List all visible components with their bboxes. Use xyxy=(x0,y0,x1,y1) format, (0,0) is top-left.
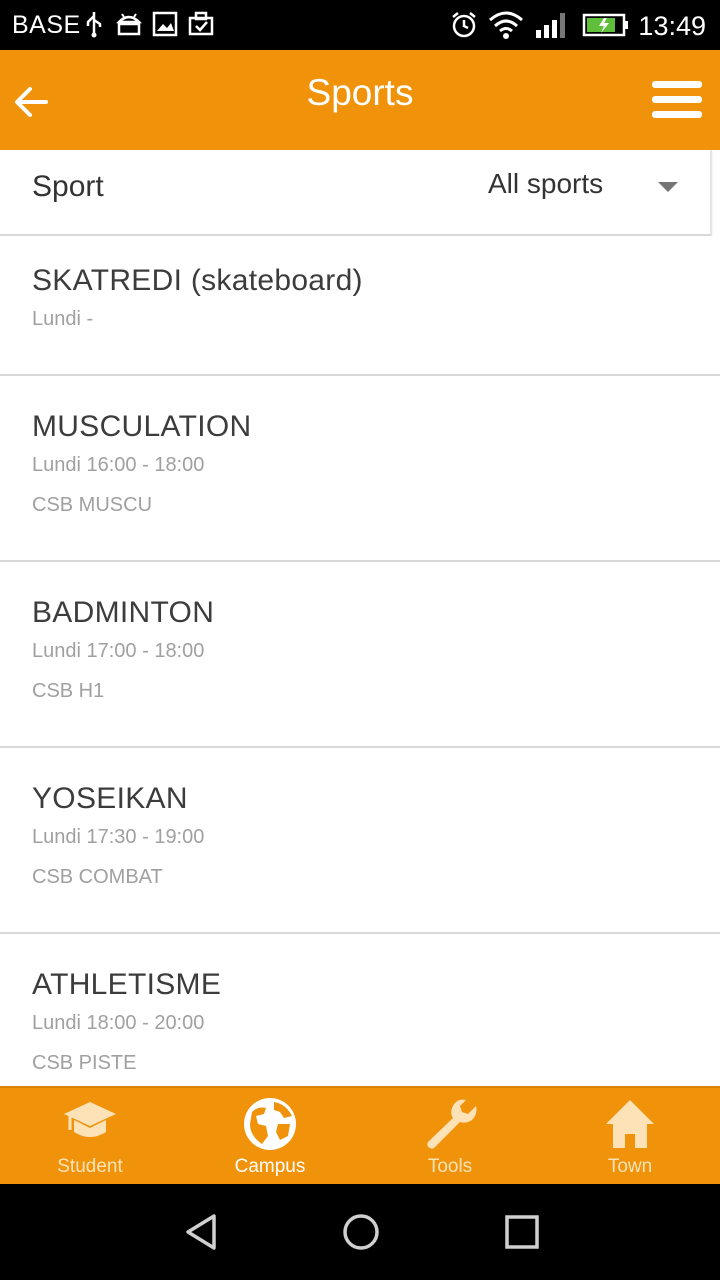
battery-icon xyxy=(582,13,628,37)
sport-schedule: Lundi 18:00 - 20:00 xyxy=(32,1012,205,1034)
sport-location: CSB PISTE xyxy=(32,1052,137,1074)
clock: 13:49 xyxy=(638,11,706,41)
sport-filter-label: Sport xyxy=(32,170,104,203)
sport-schedule: Lundi 17:00 - 18:00 xyxy=(32,640,205,662)
bottom-navigation: Student Campus Tools Town xyxy=(0,1086,720,1186)
tab-campus-label: Campus xyxy=(234,1156,306,1177)
hamburger-menu-icon[interactable] xyxy=(652,80,702,120)
usb-icon xyxy=(86,12,102,38)
image-icon xyxy=(152,11,178,37)
sport-location: CSB H1 xyxy=(32,680,105,702)
sport-schedule: Lundi - xyxy=(32,308,94,330)
alarm-icon xyxy=(452,12,476,38)
home-icon xyxy=(606,1100,654,1148)
signal-icon xyxy=(536,13,565,38)
briefcase-icon xyxy=(188,11,214,36)
sport-name: ATHLETISME xyxy=(32,968,222,1001)
tab-campus[interactable]: Campus xyxy=(180,1088,360,1186)
tab-tools-label: Tools xyxy=(427,1156,473,1177)
sport-schedule: Lundi 16:00 - 18:00 xyxy=(32,454,205,476)
sport-filter[interactable]: Sport All sports xyxy=(0,150,712,236)
recents-square-icon[interactable] xyxy=(502,1212,542,1252)
carrier-label: BASE xyxy=(12,11,81,39)
back-triangle-icon[interactable] xyxy=(182,1212,222,1252)
list-item[interactable]: BADMINTON Lundi 17:00 - 18:00 CSB H1 xyxy=(0,562,720,748)
graduation-cap-icon xyxy=(64,1102,116,1137)
page-title: Sports xyxy=(306,72,414,113)
tab-student[interactable]: Student xyxy=(0,1088,180,1186)
globe-icon xyxy=(244,1098,296,1150)
android-icon xyxy=(116,13,142,36)
system-navigation-bar xyxy=(0,1184,720,1280)
sport-name: SKATREDI (skateboard) xyxy=(32,264,363,297)
sport-name: MUSCULATION xyxy=(32,410,252,443)
tab-student-label: Student xyxy=(57,1156,123,1177)
tab-town-label: Town xyxy=(607,1156,653,1177)
sport-location: CSB MUSCU xyxy=(32,494,153,516)
sports-list: SKATREDI (skateboard) Lundi - MUSCULATIO… xyxy=(0,236,720,1118)
tab-town[interactable]: Town xyxy=(540,1088,720,1186)
chevron-down-icon[interactable] xyxy=(658,182,678,192)
wrench-icon xyxy=(427,1099,477,1149)
sport-filter-dropdown[interactable]: All sports xyxy=(488,168,603,200)
list-item[interactable]: YOSEIKAN Lundi 17:30 - 19:00 CSB COMBAT xyxy=(0,748,720,934)
status-bar: BASE 13:49 xyxy=(0,0,720,50)
app-bar: Sports xyxy=(0,50,720,150)
list-item[interactable]: MUSCULATION Lundi 16:00 - 18:00 CSB MUSC… xyxy=(0,376,720,562)
sport-name: BADMINTON xyxy=(32,596,215,629)
sport-location: CSB COMBAT xyxy=(32,866,163,888)
tab-tools[interactable]: Tools xyxy=(360,1088,540,1186)
wifi-icon xyxy=(489,11,523,39)
list-item[interactable]: SKATREDI (skateboard) Lundi - xyxy=(0,236,720,376)
sport-schedule: Lundi 17:30 - 19:00 xyxy=(32,826,205,848)
home-circle-icon[interactable] xyxy=(341,1212,381,1252)
sport-name: YOSEIKAN xyxy=(32,782,188,815)
